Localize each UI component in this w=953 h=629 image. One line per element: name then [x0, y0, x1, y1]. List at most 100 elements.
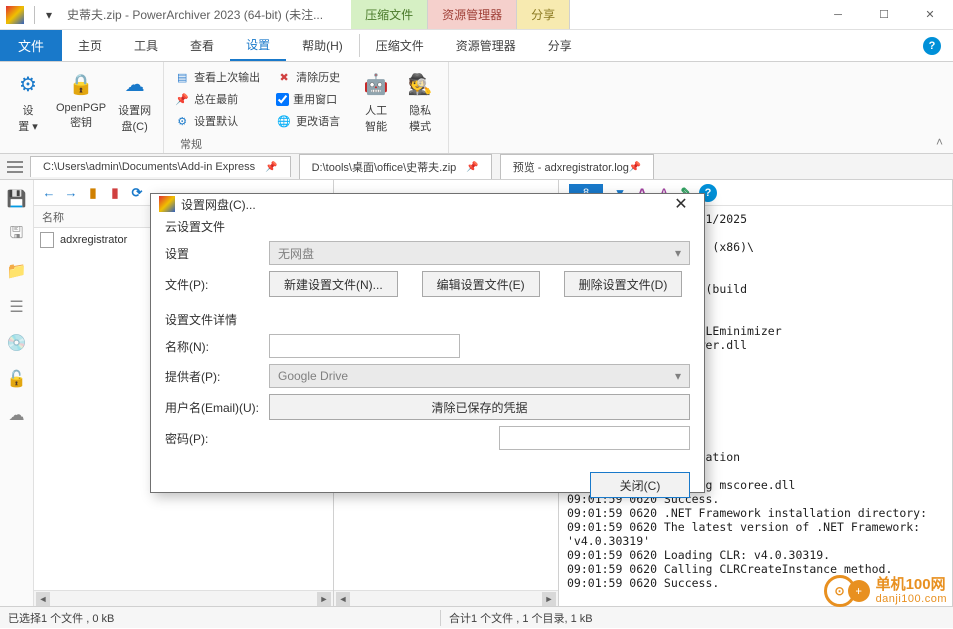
reuse-window-check[interactable] — [276, 93, 289, 106]
ai-icon: 🤖 — [360, 68, 392, 100]
dialog-titlebar[interactable]: 设置网盘(C)... ✕ — [151, 194, 704, 214]
label-file: 文件(P): — [165, 276, 269, 293]
menu-compress[interactable]: 压缩文件 — [360, 30, 440, 61]
dialog-close-button[interactable]: ✕ — [666, 194, 696, 214]
view-but-2[interactable]: ▮ — [106, 184, 124, 202]
section-cloud-files: 云设置文件 — [165, 218, 690, 235]
provider-select[interactable]: Google Drive▾ — [269, 364, 690, 388]
menu-help[interactable]: 帮助(H) — [286, 30, 359, 61]
view-but-1[interactable]: ▮ — [84, 184, 102, 202]
privacy-mode-button[interactable]: 🕵 隐私 模式 — [398, 66, 442, 149]
cloud-disk-select[interactable]: 无网盘▾ — [269, 241, 690, 265]
context-tabs: 压缩文件 资源管理器 分享 — [351, 0, 570, 29]
cloud-settings-dialog: 设置网盘(C)... ✕ 云设置文件 设置 无网盘▾ 文件(P): 新建设置文件… — [150, 193, 705, 493]
chevron-down-icon: ▾ — [675, 246, 681, 260]
gear-icon: ⚙ — [12, 68, 44, 100]
file-icon — [40, 232, 54, 248]
scrollbar-horizontal[interactable]: ◄► — [334, 590, 558, 606]
status-selection: 已选择1 个文件 , 0 kB — [0, 610, 440, 626]
sidebar-icons: 💾 🖫 📁 ☰ 💿 🔓 ☁ — [0, 180, 34, 606]
minimize-button[interactable]: ─ — [815, 0, 861, 30]
context-tab-compress[interactable]: 压缩文件 — [351, 0, 428, 29]
pane-tab-explorer[interactable]: C:\Users\admin\Documents\Add-in Express📌 — [30, 156, 291, 177]
refresh-button[interactable]: ⟳ — [128, 184, 146, 202]
change-language-button[interactable]: 🌐更改语言 — [272, 110, 344, 132]
lock-icon: 🔒 — [65, 68, 97, 100]
menu-share[interactable]: 分享 — [532, 30, 588, 61]
set-default-button[interactable]: ⚙设置默认 — [170, 110, 264, 132]
menu-file[interactable]: 文件 — [0, 30, 62, 61]
ai-button[interactable]: 🤖 人工 智能 — [354, 66, 398, 149]
label-provider: 提供者(P): — [165, 368, 269, 385]
section-details: 设置文件详情 — [165, 311, 690, 328]
sidebar-save-icon[interactable]: 🖫 — [6, 224, 28, 246]
view-last-output-button[interactable]: ▤查看上次输出 — [170, 66, 264, 88]
menu-tools[interactable]: 工具 — [118, 30, 174, 61]
sidebar-lock-icon[interactable]: 🔓 — [6, 368, 28, 390]
back-button[interactable]: ← — [40, 184, 58, 202]
menu-view[interactable]: 查看 — [174, 30, 230, 61]
menu-home[interactable]: 主页 — [62, 30, 118, 61]
ribbon-group-label: 常规 — [180, 136, 202, 152]
pane-tab-preview[interactable]: 预览 - adxregistrator.log📌 — [500, 154, 655, 179]
edit-profile-button[interactable]: 编辑设置文件(E) — [422, 271, 540, 297]
cloud-settings-button[interactable]: ☁ 设置网 盘(C) — [112, 66, 157, 136]
gear-small-icon: ⚙ — [174, 113, 190, 129]
menu-settings[interactable]: 设置 — [230, 30, 286, 61]
pane-tabs-row: C:\Users\admin\Documents\Add-in Express📌… — [0, 154, 953, 180]
hamburger-button[interactable] — [0, 161, 30, 173]
label-settings: 设置 — [165, 245, 269, 262]
clear-history-button[interactable]: ✖清除历史 — [272, 66, 344, 88]
window-title: 史蒂夫.zip - PowerArchiver 2023 (64-bit) (未… — [67, 6, 323, 23]
help-icon[interactable]: ? — [923, 37, 941, 55]
pin-icon: 📌 — [174, 91, 190, 107]
scrollbar-horizontal[interactable]: ◄► — [34, 590, 333, 606]
qat-dropdown[interactable]: ▾ — [39, 5, 59, 25]
pin-icon[interactable]: 📌 — [265, 162, 277, 173]
name-input[interactable] — [269, 334, 460, 358]
globe-icon: 🌐 — [276, 113, 292, 129]
watermark-text-en: danji100.com — [876, 593, 947, 605]
app-icon — [6, 6, 24, 24]
sidebar-disc-icon[interactable]: 💿 — [6, 332, 28, 354]
sidebar-cloud-icon[interactable]: ☁ — [6, 404, 28, 426]
titlebar: ▾ 史蒂夫.zip - PowerArchiver 2023 (64-bit) … — [0, 0, 953, 30]
window-controls: ─ ☐ ✕ — [815, 0, 953, 30]
sweep-icon: ✖ — [276, 69, 292, 85]
pin-icon[interactable]: 📌 — [629, 162, 641, 173]
pane-tab-archive[interactable]: D:\tools\桌面\office\史蒂夫.zip📌 — [299, 154, 492, 179]
qat-separator — [34, 6, 35, 24]
list-icon: ▤ — [174, 69, 190, 85]
forward-button[interactable]: → — [62, 184, 80, 202]
context-tab-explorer[interactable]: 资源管理器 — [428, 0, 517, 29]
pin-icon[interactable]: 📌 — [466, 162, 478, 173]
dialog-title: 设置网盘(C)... — [181, 196, 256, 213]
chevron-down-icon: ▾ — [675, 369, 681, 383]
always-on-top-button[interactable]: 📌总在最前 — [170, 88, 264, 110]
close-button[interactable]: 关闭(C) — [590, 472, 690, 498]
label-password: 密码(P): — [165, 430, 269, 447]
maximize-button[interactable]: ☐ — [861, 0, 907, 30]
ribbon: ⚙ 设 置 ▾ 🔒 OpenPGP 密钥 ☁ 设置网 盘(C) ▤查看上次输出 … — [0, 62, 953, 154]
sidebar-drive-icon[interactable]: 💾 — [6, 188, 28, 210]
status-total: 合计1 个文件 , 1 个目录, 1 kB — [440, 610, 601, 626]
label-username: 用户名(Email)(U): — [165, 399, 269, 416]
statusbar: 已选择1 个文件 , 0 kB 合计1 个文件 , 1 个目录, 1 kB — [0, 606, 953, 628]
clear-credentials-button[interactable]: 清除已保存的凭据 — [269, 394, 690, 420]
collapse-ribbon-button[interactable]: ˄ — [926, 131, 953, 153]
reuse-window-checkbox[interactable]: 重用窗口 — [272, 88, 344, 110]
menu-explorer[interactable]: 资源管理器 — [440, 30, 532, 61]
menubar: 文件 主页 工具 查看 设置 帮助(H) 压缩文件 资源管理器 分享 ? — [0, 30, 953, 62]
watermark: ⊙+ 单机100网 danji100.com — [824, 575, 947, 607]
sidebar-list-icon[interactable]: ☰ — [6, 296, 28, 318]
password-input[interactable] — [499, 426, 690, 450]
delete-profile-button[interactable]: 删除设置文件(D) — [564, 271, 683, 297]
close-button[interactable]: ✕ — [907, 0, 953, 30]
context-tab-share[interactable]: 分享 — [517, 0, 570, 29]
openpgp-button[interactable]: 🔒 OpenPGP 密钥 — [50, 66, 112, 136]
watermark-logo: ⊙+ — [824, 575, 870, 607]
new-profile-button[interactable]: 新建设置文件(N)... — [269, 271, 398, 297]
privacy-icon: 🕵 — [404, 68, 436, 100]
settings-button[interactable]: ⚙ 设 置 ▾ — [6, 66, 50, 136]
sidebar-folder-icon[interactable]: 📁 — [6, 260, 28, 282]
